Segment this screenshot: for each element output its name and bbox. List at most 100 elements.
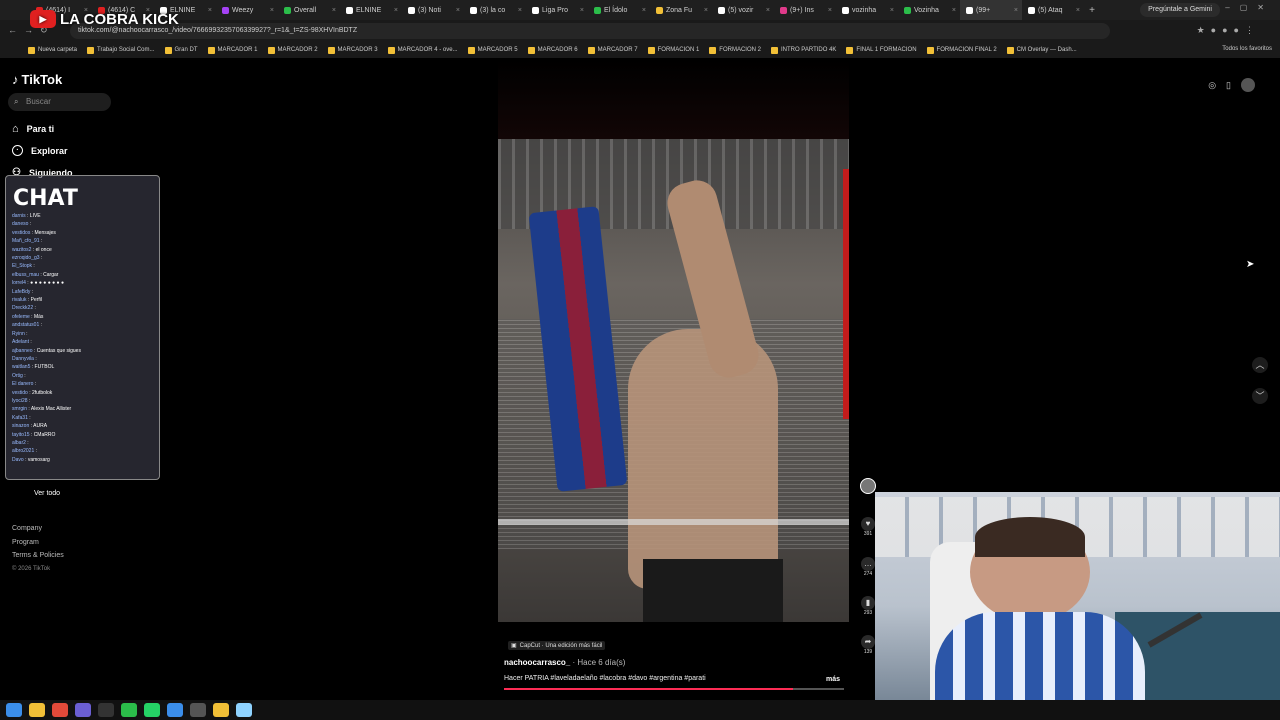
close-tab-icon[interactable]: × <box>704 7 708 14</box>
close-tab-icon[interactable]: × <box>642 7 646 14</box>
windows-icon[interactable] <box>6 703 22 717</box>
chat-username: Kafa31 <box>12 414 28 421</box>
chat-message: rivaluk : Perfil <box>12 297 43 304</box>
app-icon[interactable] <box>121 703 137 717</box>
more-button[interactable]: más <box>826 676 840 683</box>
close-tab-icon[interactable]: × <box>890 7 894 14</box>
tab-label: Liga Pro <box>542 6 569 14</box>
chat-username: albar2 <box>12 439 26 446</box>
bookmark-item[interactable]: FORMACION 2 <box>709 46 761 54</box>
browser-tab[interactable]: vozinha × <box>836 0 898 20</box>
bookmark-item[interactable]: MARCADOR 4 - ove... <box>387 46 458 54</box>
chat-message: darnis : LIVE <box>12 213 41 219</box>
new-tab-button[interactable]: + <box>1084 5 1100 16</box>
bookmark-item[interactable]: INTRO PARTIDO 4K <box>770 46 836 54</box>
tab-label: Vozinha <box>914 6 939 14</box>
close-tab-icon[interactable]: × <box>208 7 212 14</box>
video-progress-bar[interactable] <box>504 688 844 690</box>
footer-program[interactable]: Program <box>12 536 64 550</box>
browser-tab[interactable]: Overall × <box>278 0 340 20</box>
address-bar[interactable]: tiktok.com/@nachoocarrasco_/video/766699… <box>70 23 1110 39</box>
back-icon[interactable]: ← <box>8 25 17 35</box>
bookmark-item[interactable]: FORMACION FINAL 2 <box>926 46 997 54</box>
close-tab-icon[interactable]: × <box>270 7 274 14</box>
browser-tab[interactable]: El Ídolo × <box>588 0 650 20</box>
nav-explorar[interactable]: · Explorar <box>12 145 68 156</box>
explorer-icon[interactable] <box>29 703 45 717</box>
previous-video-button[interactable]: ︿ <box>1252 357 1268 373</box>
comment-count: 274 <box>863 571 873 577</box>
chat-message: El_Stopk : <box>12 263 35 270</box>
browser-tab[interactable]: (5) vozir × <box>712 0 774 20</box>
chat-username: Adelant <box>12 339 29 346</box>
browser-tab[interactable]: (99+ × <box>960 0 1022 20</box>
bookmark-item[interactable]: MARCADOR 5 <box>467 46 518 54</box>
bookmark-item[interactable]: FINAL 1 FORMACION <box>846 46 917 54</box>
footer-company[interactable]: Company <box>12 522 64 536</box>
obs-icon[interactable] <box>98 703 114 717</box>
bookmark-item[interactable]: Gran DT <box>164 46 198 54</box>
browser-tab[interactable]: (3) la co × <box>464 0 526 20</box>
bookmark-item[interactable]: MARCADOR 1 <box>207 46 258 54</box>
close-tab-icon[interactable]: × <box>332 7 336 14</box>
tiktok-logo[interactable]: ♪ TikTok <box>12 72 62 87</box>
close-tab-icon[interactable]: × <box>456 7 460 14</box>
bookmark-item[interactable]: FORMACION 1 <box>647 46 699 54</box>
coins-icon[interactable]: ◎ <box>1208 80 1216 91</box>
terminal-icon[interactable] <box>190 703 206 717</box>
close-tab-icon[interactable]: × <box>828 7 832 14</box>
bookmark-item[interactable]: Trabajo Social Com... <box>87 46 155 54</box>
bookmark-label: MARCADOR 6 <box>537 47 578 53</box>
browser-tab[interactable]: Weezy × <box>216 0 278 20</box>
next-video-button[interactable]: ﹀ <box>1252 388 1268 404</box>
active-app-icon[interactable] <box>236 703 252 717</box>
browser-tab[interactable]: Vozinha × <box>898 0 960 20</box>
extension-icons[interactable]: ★●●●⋮ <box>1197 25 1260 36</box>
chat-username: El_Stopk <box>12 263 33 270</box>
close-tab-icon[interactable]: × <box>1076 7 1080 14</box>
capcut-badge[interactable]: ▣ CapCut · Una edición más fácil <box>508 641 606 650</box>
ver-todo-link[interactable]: Ver todo <box>34 490 60 497</box>
store-icon[interactable] <box>167 703 183 717</box>
bookmark-item[interactable]: CM Overlay — Dash... <box>1006 46 1077 54</box>
chat-message: elbuss_mau : Cargar <box>12 271 59 278</box>
browser-tab[interactable]: Liga Pro × <box>526 0 588 20</box>
bookmark-item[interactable]: MARCADOR 6 <box>527 46 578 54</box>
profile-avatar[interactable] <box>1241 78 1255 92</box>
chat-text: Mensajes <box>34 229 56 236</box>
device-icon[interactable]: ▯ <box>1226 80 1231 91</box>
browser-tab[interactable]: (3) Noti × <box>402 0 464 20</box>
video-author[interactable]: nachoocarrasco_ · Hace 6 día(s) <box>504 658 625 667</box>
close-tab-icon[interactable]: × <box>394 7 398 14</box>
share-icon: ➦ <box>861 635 875 649</box>
close-tab-icon[interactable]: × <box>1014 7 1018 14</box>
close-tab-icon[interactable]: × <box>580 7 584 14</box>
bookmark-item[interactable]: MARCADOR 7 <box>587 46 638 54</box>
close-tab-icon[interactable]: × <box>952 7 956 14</box>
nav-para-ti[interactable]: ⌂ Para ti <box>12 123 54 135</box>
close-tab-icon[interactable]: × <box>518 7 522 14</box>
author-name[interactable]: nachoocarrasco_ <box>504 658 570 667</box>
video-player[interactable] <box>498 139 849 622</box>
footer-terms[interactable]: Terms & Policies <box>12 549 64 563</box>
window-controls[interactable]: –▢✕ <box>1225 3 1274 12</box>
gemini-button[interactable]: Pregúntale a Gemini <box>1140 3 1220 17</box>
browser-tab[interactable]: ELNINE × <box>340 0 402 20</box>
bookmark-item[interactable]: MARCADOR 2 <box>267 46 318 54</box>
teams-icon[interactable] <box>75 703 91 717</box>
chat-text: Cuentas que sigues <box>36 347 81 354</box>
chat-message: ofeleme : Más <box>12 313 44 320</box>
chrome-icon[interactable] <box>52 703 68 717</box>
browser-tab[interactable]: (5) Ataq × <box>1022 0 1084 20</box>
browser-tab[interactable]: (9+) Ins × <box>774 0 836 20</box>
browser-tab[interactable]: Zona Fu × <box>650 0 712 20</box>
bookmark-item[interactable]: MARCADOR 3 <box>327 46 378 54</box>
chat-message: albar2 : <box>12 439 29 446</box>
bookmark-icon <box>28 46 35 54</box>
whatsapp-icon[interactable] <box>144 703 160 717</box>
bookmark-item[interactable]: Nueva carpeta <box>28 46 77 54</box>
all-bookmarks-link[interactable]: Todos los favoritos <box>1222 46 1272 52</box>
search-input[interactable]: ⌕ Buscar <box>8 93 111 111</box>
close-tab-icon[interactable]: × <box>766 7 770 14</box>
files-icon[interactable] <box>213 703 229 717</box>
